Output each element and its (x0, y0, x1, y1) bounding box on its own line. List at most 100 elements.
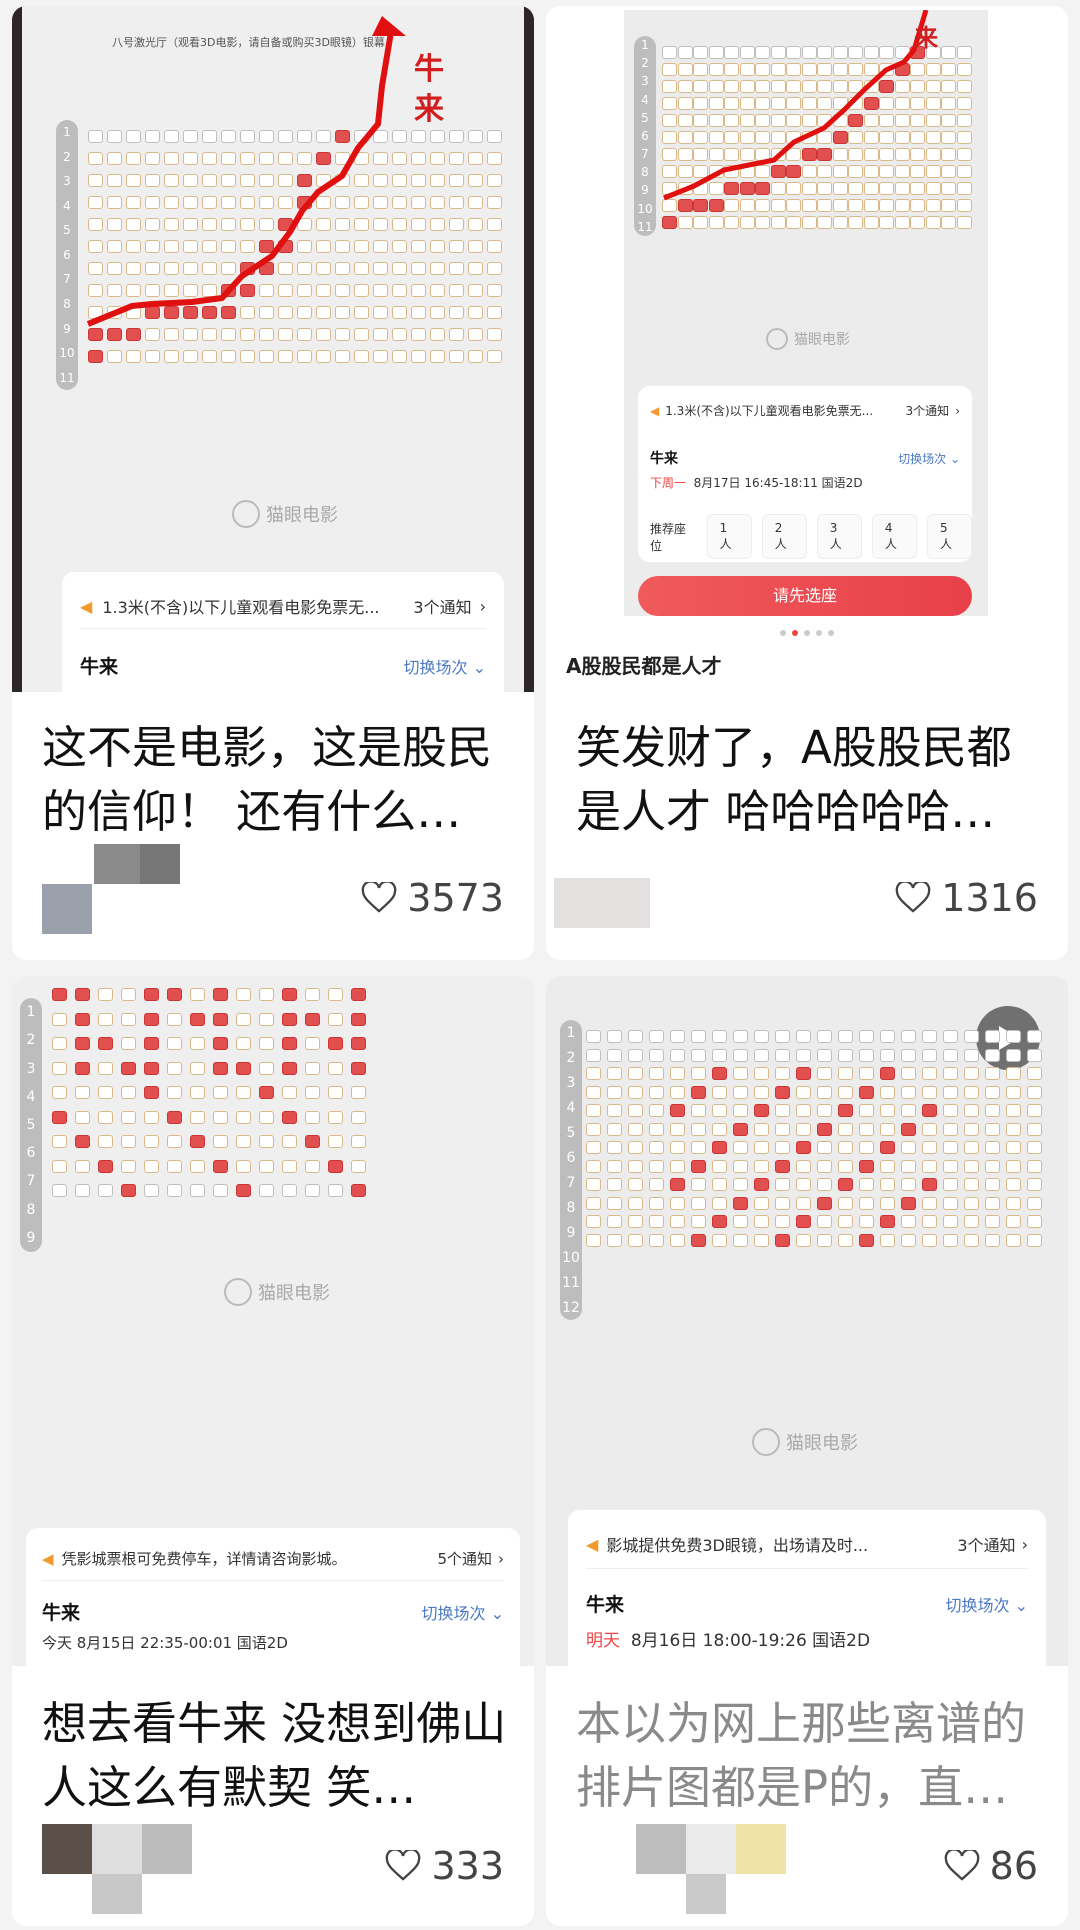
seat[interactable] (328, 1012, 343, 1026)
seat[interactable] (838, 1233, 853, 1247)
seat[interactable] (733, 1141, 748, 1154)
seat[interactable] (167, 1037, 182, 1050)
seat[interactable] (880, 1048, 895, 1062)
seat[interactable] (670, 1048, 685, 1062)
seat[interactable] (691, 1085, 706, 1099)
seat[interactable] (859, 1141, 874, 1154)
seat[interactable] (236, 1086, 251, 1099)
seat[interactable] (880, 1178, 895, 1191)
seat[interactable] (121, 1110, 136, 1124)
seat[interactable] (628, 1085, 643, 1099)
seat[interactable] (351, 1159, 366, 1173)
seat[interactable] (305, 1184, 320, 1197)
seat[interactable] (754, 1178, 769, 1191)
seat[interactable] (775, 1067, 790, 1080)
seat[interactable] (796, 1104, 811, 1117)
seat[interactable] (670, 1104, 685, 1117)
seat[interactable] (880, 1122, 895, 1136)
seat[interactable] (964, 1122, 979, 1136)
seat[interactable] (628, 1178, 643, 1191)
seat[interactable] (775, 1048, 790, 1062)
seat[interactable] (649, 1122, 664, 1136)
seat[interactable] (859, 1030, 874, 1043)
seat[interactable] (649, 1233, 664, 1247)
seat[interactable] (328, 1159, 343, 1173)
seat[interactable] (628, 1215, 643, 1228)
seat[interactable] (943, 1141, 958, 1154)
seat[interactable] (985, 1048, 1000, 1062)
seat[interactable] (1027, 1215, 1042, 1228)
seat[interactable] (796, 1085, 811, 1099)
seat[interactable] (691, 1048, 706, 1062)
seat[interactable] (922, 1233, 937, 1247)
seat[interactable] (167, 1110, 182, 1124)
seat[interactable] (943, 1178, 958, 1191)
seat[interactable] (712, 1196, 727, 1210)
seat[interactable] (282, 1012, 297, 1026)
seat[interactable] (167, 1159, 182, 1173)
seat[interactable] (733, 1104, 748, 1117)
seat[interactable] (712, 1159, 727, 1173)
seat[interactable] (236, 1061, 251, 1075)
avatar[interactable] (554, 878, 654, 928)
seat[interactable] (838, 1030, 853, 1043)
seat[interactable] (190, 1037, 205, 1050)
seat[interactable] (628, 1030, 643, 1043)
seat[interactable] (901, 1030, 916, 1043)
seat[interactable] (817, 1141, 832, 1154)
seat[interactable] (305, 1061, 320, 1075)
seat[interactable] (922, 1048, 937, 1062)
seat[interactable] (943, 1233, 958, 1247)
seat[interactable] (838, 1159, 853, 1173)
seat[interactable] (754, 1122, 769, 1136)
seat[interactable] (691, 1122, 706, 1136)
seat[interactable] (52, 1159, 67, 1173)
seat[interactable] (259, 1159, 274, 1173)
seat[interactable] (190, 1184, 205, 1197)
seat[interactable] (98, 1184, 113, 1197)
seat[interactable] (259, 1184, 274, 1197)
seat[interactable] (670, 1085, 685, 1099)
seat[interactable] (733, 1122, 748, 1136)
seat[interactable] (901, 1233, 916, 1247)
seat[interactable] (607, 1067, 622, 1080)
seat[interactable] (649, 1085, 664, 1099)
select-seat-button[interactable]: 请先选座 (638, 576, 972, 616)
seat[interactable] (922, 1067, 937, 1080)
seat[interactable] (796, 1196, 811, 1210)
seat[interactable] (586, 1178, 601, 1191)
seat[interactable] (691, 1141, 706, 1154)
seat[interactable] (838, 1178, 853, 1191)
seat[interactable] (259, 1135, 274, 1148)
notice-bar[interactable]: ◀ 影城提供免费3D眼镜，出场请及时... 3个通知 › (586, 1532, 1028, 1556)
seat[interactable] (901, 1215, 916, 1228)
seat[interactable] (586, 1122, 601, 1136)
seat[interactable] (351, 1086, 366, 1099)
seat[interactable] (754, 1159, 769, 1173)
seat[interactable] (1027, 1104, 1042, 1117)
seat[interactable] (712, 1085, 727, 1099)
seat[interactable] (607, 1048, 622, 1062)
seat[interactable] (775, 1178, 790, 1191)
seat[interactable] (1027, 1196, 1042, 1210)
seat[interactable] (733, 1178, 748, 1191)
seat[interactable] (943, 1067, 958, 1080)
seat[interactable] (922, 1178, 937, 1191)
seat[interactable] (901, 1067, 916, 1080)
seat[interactable] (305, 1012, 320, 1026)
seat[interactable] (859, 1067, 874, 1080)
seat[interactable] (754, 1030, 769, 1043)
seat[interactable] (775, 1233, 790, 1247)
seat[interactable] (144, 1135, 159, 1148)
seat[interactable] (607, 1159, 622, 1173)
seat[interactable] (880, 1085, 895, 1099)
seat[interactable] (733, 1215, 748, 1228)
seat[interactable] (282, 1037, 297, 1050)
seat[interactable] (1027, 1048, 1042, 1062)
seat[interactable] (880, 1196, 895, 1210)
seat[interactable] (351, 1037, 366, 1050)
seat[interactable] (1006, 1215, 1021, 1228)
seat[interactable] (282, 1135, 297, 1148)
notice-bar[interactable]: ◀ 1.3米(不含)以下儿童观看电影免票无... 3个通知 › (80, 594, 486, 618)
seat[interactable] (75, 988, 90, 1001)
